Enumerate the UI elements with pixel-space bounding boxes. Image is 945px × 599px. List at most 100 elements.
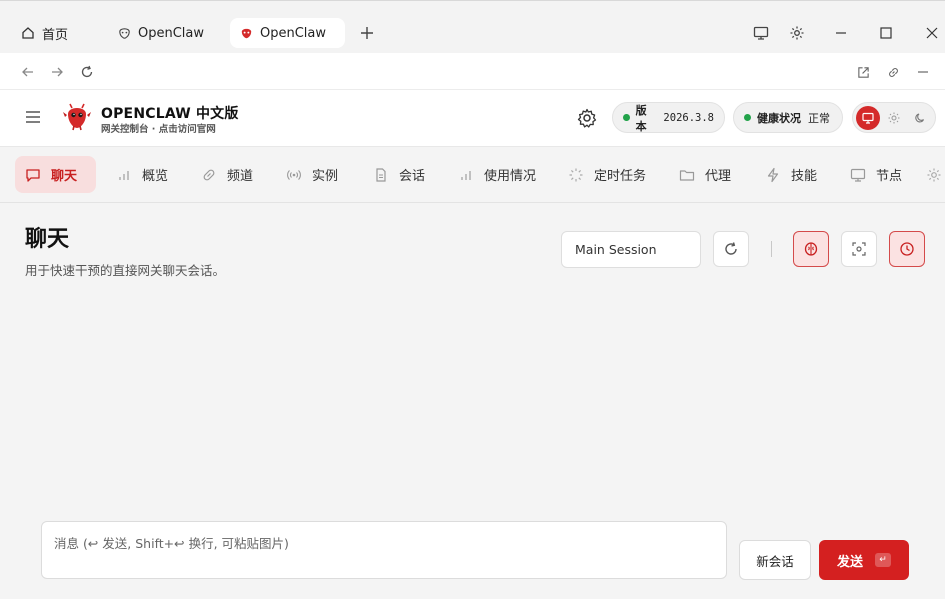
nav-tab-channels[interactable]: 频道 bbox=[191, 156, 263, 193]
theme-light-button[interactable] bbox=[882, 106, 906, 130]
theme-dark-button[interactable] bbox=[908, 106, 932, 130]
openclaw-logo[interactable] bbox=[62, 102, 92, 132]
broadcast-icon bbox=[286, 167, 302, 183]
collapse-button[interactable] bbox=[914, 63, 932, 81]
external-link-icon bbox=[857, 66, 869, 78]
nav-tab-label: 定时任务 bbox=[594, 169, 647, 184]
moon-icon bbox=[915, 113, 925, 123]
bar-chart-icon bbox=[116, 167, 132, 183]
focus-mode-button[interactable] bbox=[841, 231, 877, 267]
health-label: 健康状况 bbox=[757, 111, 801, 125]
nav-tab-usage[interactable]: 使用情况 bbox=[448, 156, 546, 193]
hamburger-icon bbox=[26, 111, 40, 123]
version-label: 版本 bbox=[635, 103, 647, 133]
nav-tab-settings-partial[interactable] bbox=[926, 156, 945, 193]
browser-titlebar: 首页 OpenClaw OpenClaw bbox=[0, 0, 945, 53]
message-composer bbox=[41, 521, 727, 579]
nav-tab-cron[interactable]: 定时任务 bbox=[558, 156, 656, 193]
home-icon bbox=[20, 25, 36, 41]
brand-title[interactable]: OPENCLAW 中文版 bbox=[101, 103, 239, 123]
new-session-button[interactable]: 新会话 bbox=[739, 540, 811, 580]
browser-tab-label: OpenClaw bbox=[138, 25, 205, 41]
browser-tab-openclaw-active[interactable]: OpenClaw bbox=[230, 18, 345, 48]
folder-icon bbox=[679, 167, 695, 183]
thinking-toggle-button[interactable] bbox=[793, 231, 829, 267]
display-button[interactable] bbox=[751, 23, 771, 43]
nav-tab-label: 概览 bbox=[142, 169, 169, 184]
arrow-right-icon bbox=[52, 67, 63, 77]
gear-icon bbox=[790, 26, 804, 40]
new-tab-button[interactable] bbox=[357, 23, 377, 43]
health-pill: 健康状况 正常 bbox=[733, 102, 843, 133]
theme-switcher bbox=[852, 102, 936, 133]
message-input[interactable] bbox=[42, 522, 726, 578]
nav-tab-label: 会话 bbox=[399, 169, 426, 184]
nav-tab-sessions[interactable]: 会话 bbox=[363, 156, 435, 193]
app-header: OPENCLAW 中文版 网关控制台 · 点击访问官网 版本 2026.3.8 … bbox=[0, 90, 945, 146]
arrow-left-icon bbox=[22, 67, 33, 77]
page-subtitle: 用于快速干预的直接网关聊天会话。 bbox=[25, 263, 226, 278]
maximize-button[interactable] bbox=[876, 23, 896, 43]
brain-icon bbox=[804, 242, 818, 256]
browser-tab-label: OpenClaw bbox=[260, 25, 327, 41]
nav-tab-label: 节点 bbox=[876, 169, 903, 184]
browser-tab-label: 首页 bbox=[42, 27, 69, 43]
nav-tab-label: 频道 bbox=[227, 169, 254, 184]
maximize-icon bbox=[880, 27, 892, 39]
browser-settings-button[interactable] bbox=[787, 23, 807, 43]
health-value: 正常 bbox=[808, 111, 830, 125]
send-label: 发送 bbox=[836, 554, 863, 570]
version-pill: 版本 2026.3.8 bbox=[612, 102, 725, 133]
minimize-icon bbox=[836, 32, 846, 34]
lightning-icon bbox=[765, 167, 781, 183]
main-nav: 聊天 概览 频道 实例 会话 使用情况 定时任务 代理 技能 节点 bbox=[0, 146, 945, 203]
refresh-icon bbox=[725, 242, 737, 255]
reload-icon bbox=[81, 65, 93, 78]
minimize-button[interactable] bbox=[831, 23, 851, 43]
nav-tab-agents[interactable]: 代理 bbox=[669, 156, 741, 193]
forward-button[interactable] bbox=[48, 63, 66, 81]
minus-icon bbox=[918, 71, 928, 73]
send-button[interactable]: 发送 ↵ bbox=[819, 540, 909, 580]
nav-tab-nodes[interactable]: 节点 bbox=[840, 156, 912, 193]
settings-button[interactable] bbox=[576, 107, 598, 129]
status-dot bbox=[623, 114, 630, 121]
app-root: OPENCLAW 中文版 网关控制台 · 点击访问官网 版本 2026.3.8 … bbox=[0, 90, 945, 599]
loader-icon bbox=[568, 167, 584, 183]
refresh-button[interactable] bbox=[713, 231, 749, 267]
page-title: 聊天 bbox=[25, 227, 70, 252]
back-button[interactable] bbox=[19, 63, 37, 81]
history-button[interactable] bbox=[889, 231, 925, 267]
brand-subtitle[interactable]: 网关控制台 · 点击访问官网 bbox=[101, 121, 216, 135]
theme-system-button[interactable] bbox=[856, 106, 880, 130]
copy-link-button[interactable] bbox=[884, 63, 902, 81]
document-icon bbox=[373, 167, 389, 183]
version-value: 2026.3.8 bbox=[663, 111, 714, 124]
nav-tab-label: 使用情况 bbox=[484, 169, 537, 184]
open-external-button[interactable] bbox=[854, 63, 872, 81]
browser-navbar bbox=[0, 53, 945, 90]
sun-icon bbox=[888, 112, 900, 124]
toolbar-divider bbox=[771, 241, 772, 257]
close-button[interactable] bbox=[922, 23, 942, 43]
close-icon bbox=[926, 27, 938, 39]
chat-icon bbox=[25, 167, 41, 183]
bar-chart-icon bbox=[458, 167, 474, 183]
nav-tab-chat[interactable]: 聊天 bbox=[15, 156, 96, 193]
plus-icon bbox=[361, 27, 373, 39]
nav-tab-overview[interactable]: 概览 bbox=[106, 156, 178, 193]
enter-key-icon: ↵ bbox=[875, 553, 891, 567]
monitor-icon bbox=[850, 167, 866, 183]
gear-icon bbox=[926, 167, 942, 183]
monitor-icon bbox=[753, 26, 769, 40]
browser-tab-openclaw[interactable]: OpenClaw bbox=[108, 18, 212, 48]
nav-tab-instances[interactable]: 实例 bbox=[276, 156, 348, 193]
nav-tab-label: 实例 bbox=[312, 169, 339, 184]
session-select[interactable]: Main Session bbox=[561, 231, 701, 268]
nav-tab-skills[interactable]: 技能 bbox=[755, 156, 827, 193]
menu-toggle-button[interactable] bbox=[24, 108, 42, 126]
monitor-icon bbox=[862, 112, 874, 124]
reload-button[interactable] bbox=[78, 63, 96, 81]
status-dot bbox=[744, 114, 751, 121]
browser-tab-home[interactable]: 首页 bbox=[12, 18, 76, 48]
